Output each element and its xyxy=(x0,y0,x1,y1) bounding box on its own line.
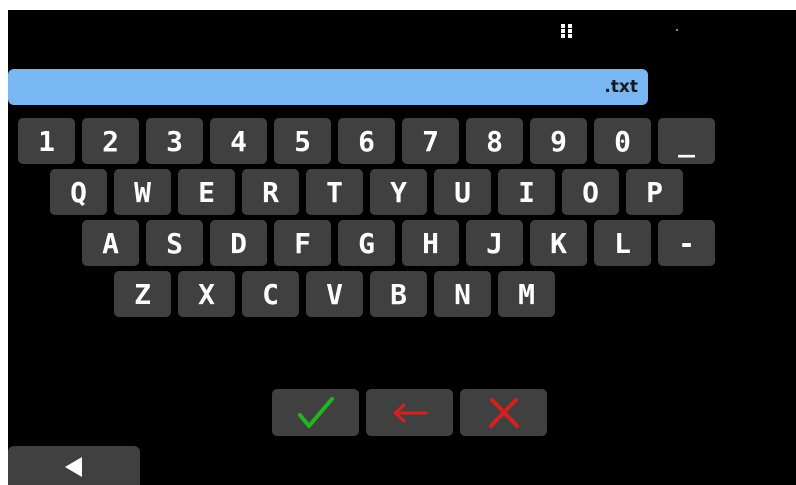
key-j[interactable]: J xyxy=(466,220,523,266)
key-w[interactable]: W xyxy=(114,169,171,215)
key-q[interactable]: Q xyxy=(50,169,107,215)
key-4[interactable]: 4 xyxy=(210,118,267,164)
status-dot xyxy=(676,29,678,31)
key-3[interactable]: 3 xyxy=(146,118,203,164)
key-u[interactable]: U xyxy=(434,169,491,215)
key-6[interactable]: 6 xyxy=(338,118,395,164)
confirm-button[interactable] xyxy=(272,389,359,436)
key-a[interactable]: A xyxy=(82,220,139,266)
key-m[interactable]: M xyxy=(498,271,555,317)
key-9[interactable]: 9 xyxy=(530,118,587,164)
key-c[interactable]: C xyxy=(242,271,299,317)
key-0[interactable]: 0 xyxy=(594,118,651,164)
filename-field[interactable]: .txt xyxy=(8,69,648,105)
key-1[interactable]: 1 xyxy=(18,118,75,164)
key-v[interactable]: V xyxy=(306,271,363,317)
key-k[interactable]: K xyxy=(530,220,587,266)
drag-handle-icon[interactable] xyxy=(561,24,573,38)
key-n[interactable]: N xyxy=(434,271,491,317)
key-h[interactable]: H xyxy=(402,220,459,266)
key-5[interactable]: 5 xyxy=(274,118,331,164)
backspace-button[interactable] xyxy=(366,389,453,436)
key-i[interactable]: I xyxy=(498,169,555,215)
key-7[interactable]: 7 xyxy=(402,118,459,164)
key-t[interactable]: T xyxy=(306,169,363,215)
key-x[interactable]: X xyxy=(178,271,235,317)
key-f[interactable]: F xyxy=(274,220,331,266)
key-2[interactable]: 2 xyxy=(82,118,139,164)
key-dash[interactable]: - xyxy=(658,220,715,266)
key-g[interactable]: G xyxy=(338,220,395,266)
checkmark-icon xyxy=(297,396,334,428)
cancel-button[interactable] xyxy=(460,389,547,436)
left-arrow-icon xyxy=(393,403,427,422)
key-b[interactable]: B xyxy=(370,271,427,317)
key-r[interactable]: R xyxy=(242,169,299,215)
screen: .txt 1 2 3 4 5 6 7 8 9 0 _ Q W E R T Y U I O P A S D F G H J K L - Z X C V… xyxy=(8,10,796,485)
key-8[interactable]: 8 xyxy=(466,118,523,164)
key-y[interactable]: Y xyxy=(370,169,427,215)
x-mark-icon xyxy=(488,397,519,428)
key-s[interactable]: S xyxy=(146,220,203,266)
back-button[interactable] xyxy=(8,446,140,485)
filename-text: .txt xyxy=(604,77,638,97)
key-e[interactable]: E xyxy=(178,169,235,215)
key-o[interactable]: O xyxy=(562,169,619,215)
key-z[interactable]: Z xyxy=(114,271,171,317)
key-p[interactable]: P xyxy=(626,169,683,215)
key-l[interactable]: L xyxy=(594,220,651,266)
triangle-left-icon xyxy=(65,457,82,477)
key-underscore[interactable]: _ xyxy=(658,118,715,164)
key-d[interactable]: D xyxy=(210,220,267,266)
